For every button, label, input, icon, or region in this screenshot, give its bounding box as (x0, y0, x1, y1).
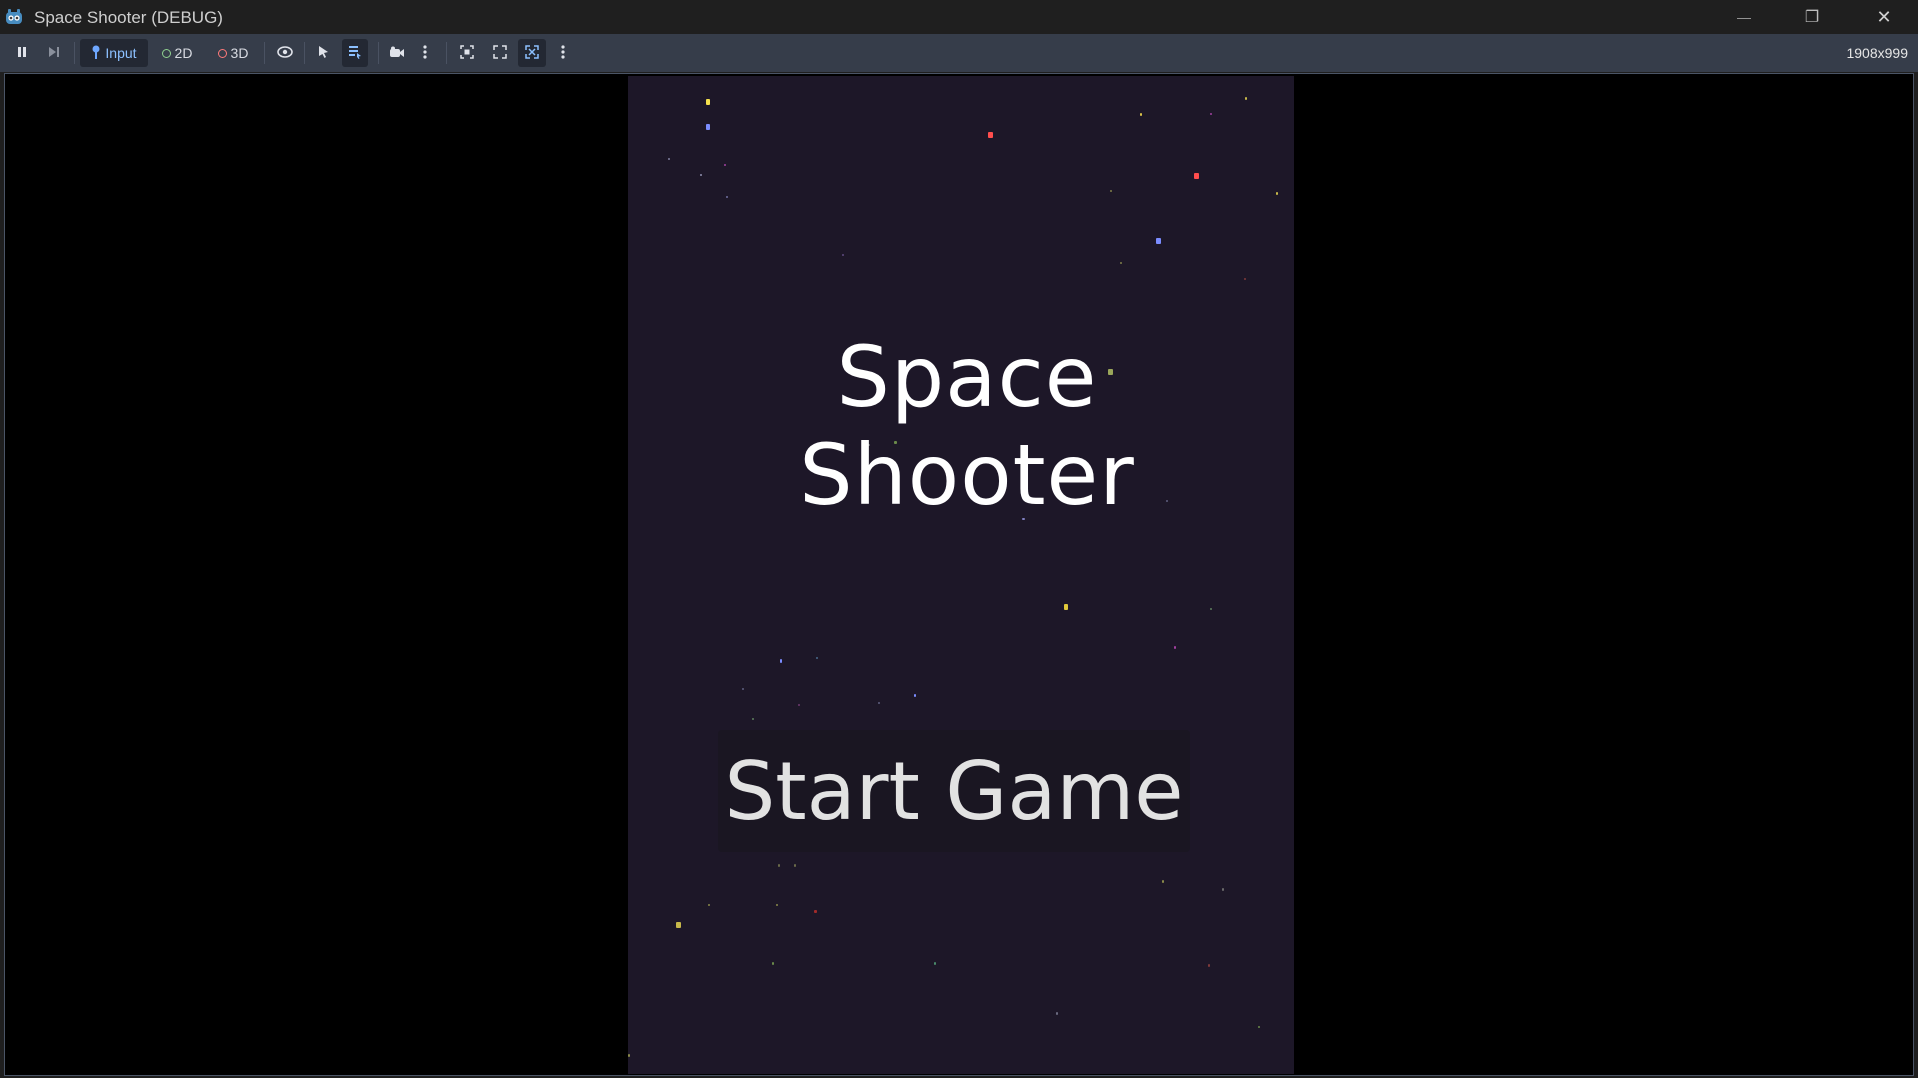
star (1245, 97, 1247, 100)
window-title: Space Shooter (DEBUG) (34, 8, 223, 27)
star (706, 124, 710, 130)
input-toggle-button[interactable]: Input (80, 39, 148, 67)
godot-logo-icon (4, 8, 24, 26)
select-tool-button[interactable] (314, 39, 334, 67)
star (708, 904, 710, 906)
list-select-button[interactable] (342, 39, 368, 67)
star (816, 657, 818, 659)
star (988, 132, 993, 138)
pause-icon (16, 45, 28, 61)
fullscreen-button[interactable] (518, 39, 546, 67)
star (726, 196, 728, 198)
start-game-button[interactable]: Start Game (718, 730, 1190, 852)
mode-3d-label: 3D (230, 45, 249, 61)
star (798, 704, 800, 706)
star (842, 254, 844, 256)
debug-toolbar: Input 2D 3D (0, 34, 1918, 72)
camera-options-button[interactable] (418, 39, 432, 67)
pointer-icon (318, 45, 330, 62)
mode-2d-button[interactable]: 2D (156, 39, 198, 67)
star (914, 694, 916, 697)
star (628, 1054, 630, 1057)
focus-frame-icon (460, 44, 474, 62)
list-select-icon (348, 45, 362, 62)
toolbar-separator (264, 42, 265, 64)
star (706, 99, 710, 105)
mode-2d-label: 2D (174, 45, 193, 61)
title-bar: Space Shooter (DEBUG) — ❐ ✕ (0, 0, 1918, 34)
restore-button[interactable]: ❐ (1778, 0, 1846, 34)
game-title: Space Shooter (799, 328, 1135, 524)
expand-icon (493, 44, 507, 62)
toolbar-separator (304, 42, 305, 64)
minimize-icon: — (1737, 9, 1751, 25)
star (1210, 608, 1212, 610)
star (1064, 604, 1068, 610)
fullscreen-icon (525, 44, 539, 62)
star (878, 702, 880, 704)
star (1194, 173, 1199, 179)
star (814, 910, 817, 913)
star (1244, 278, 1246, 280)
circle-2d-icon (161, 48, 171, 58)
app-window: Space Shooter (DEBUG) — ❐ ✕ Input 2D 3D … (0, 0, 1918, 1078)
camera-icon (389, 45, 405, 61)
view-options-button[interactable] (556, 39, 570, 67)
star (794, 864, 796, 867)
close-button[interactable]: ✕ (1850, 0, 1918, 34)
star (1258, 1026, 1260, 1028)
star (1156, 238, 1161, 244)
star (1210, 113, 1212, 115)
star (1120, 262, 1122, 264)
star (1222, 888, 1224, 891)
toolbar-separator (378, 42, 379, 64)
star (1140, 113, 1142, 116)
star (1174, 646, 1176, 649)
close-icon: ✕ (1876, 6, 1892, 27)
kebab-menu-icon (561, 44, 565, 62)
kebab-menu-icon (423, 44, 427, 62)
restore-icon: ❐ (1804, 9, 1820, 26)
next-frame-icon (48, 45, 60, 61)
star (1276, 192, 1278, 195)
mode-3d-button[interactable]: 3D (212, 39, 254, 67)
visibility-button[interactable] (274, 39, 296, 67)
star (752, 718, 754, 720)
star (676, 922, 681, 928)
star (742, 688, 744, 690)
camera-override-button[interactable] (386, 39, 408, 67)
star (700, 174, 702, 176)
star (1208, 964, 1210, 967)
toolbar-separator (446, 42, 447, 64)
joystick-icon (91, 45, 101, 62)
star (772, 962, 774, 965)
next-frame-button[interactable] (44, 39, 64, 67)
star (668, 158, 670, 160)
resolution-readout: 1908x999 (1846, 45, 1908, 61)
star (1162, 880, 1164, 883)
star (780, 659, 782, 663)
star (934, 962, 936, 965)
frame-selection-button[interactable] (456, 39, 478, 67)
pause-button[interactable] (12, 39, 32, 67)
toolbar-separator (74, 42, 75, 64)
star (724, 164, 726, 166)
minimize-button[interactable]: — (1710, 0, 1778, 34)
star (776, 904, 778, 906)
game-screen: Space Shooter Start Game (628, 76, 1294, 1074)
star (1056, 1012, 1058, 1015)
star (1110, 190, 1112, 192)
input-label: Input (105, 45, 137, 61)
circle-3d-icon (217, 48, 227, 58)
expand-view-button[interactable] (489, 39, 511, 67)
star (778, 864, 780, 867)
eye-icon (277, 45, 293, 61)
